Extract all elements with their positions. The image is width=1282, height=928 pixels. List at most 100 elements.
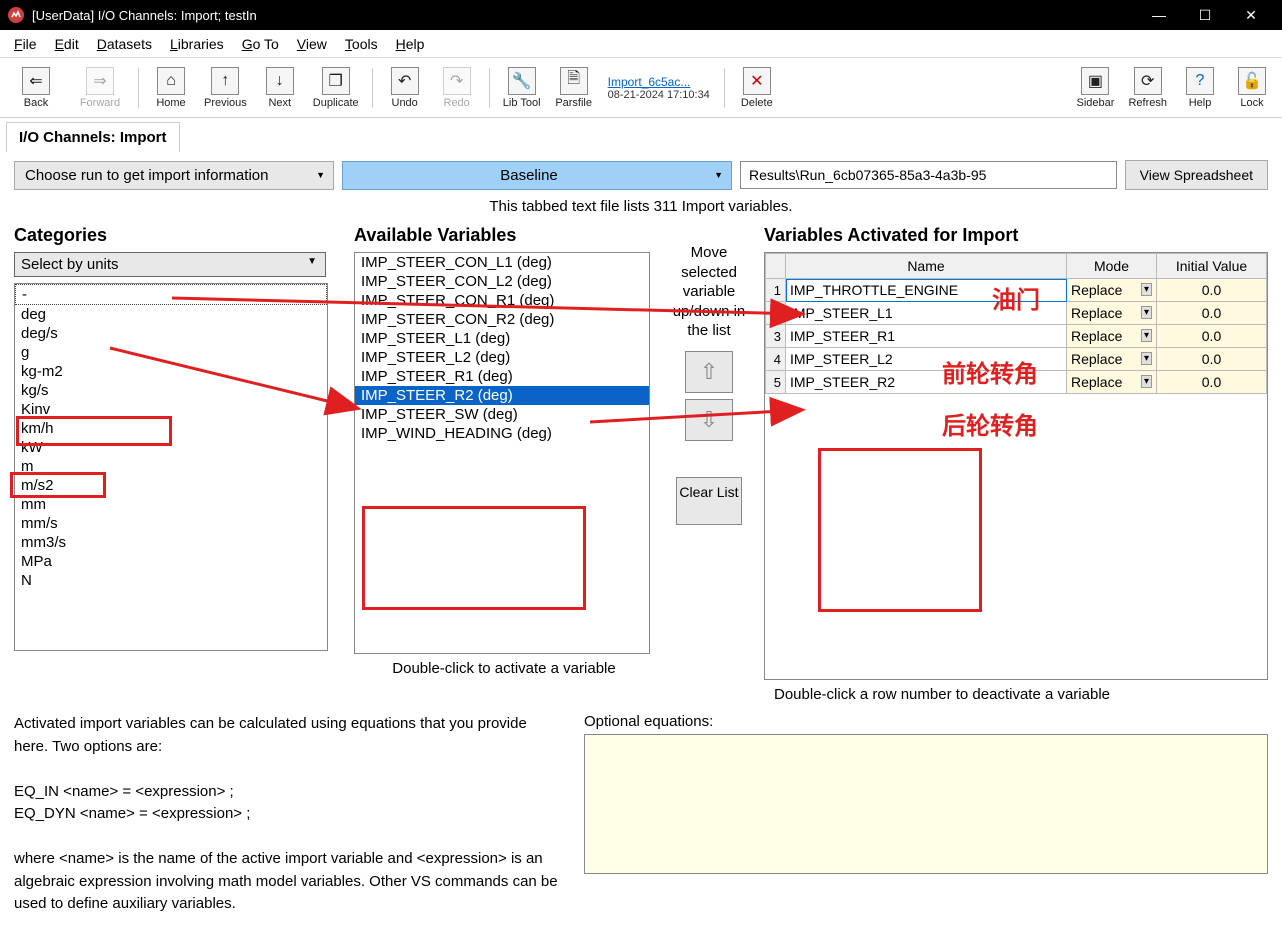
init-cell[interactable]: 0.0	[1157, 371, 1267, 394]
info-line: This tabbed text file lists 311 Import v…	[14, 198, 1268, 215]
available-item[interactable]: IMP_STEER_R1 (deg)	[355, 367, 649, 386]
table-row[interactable]: 4 IMP_STEER_L2 Replace 0.0	[766, 348, 1267, 371]
name-cell[interactable]: IMP_STEER_L2	[786, 348, 1067, 371]
up-icon: ↑	[211, 67, 239, 95]
refresh-button[interactable]: ⟳Refresh	[1123, 60, 1172, 116]
available-item[interactable]: IMP_STEER_SW (deg)	[355, 405, 649, 424]
available-item[interactable]: IMP_STEER_CON_L1 (deg)	[355, 253, 649, 272]
sidebar-button[interactable]: ▣Sidebar	[1071, 60, 1119, 116]
previous-button[interactable]: ↑Previous	[199, 60, 252, 116]
available-item[interactable]: IMP_STEER_CON_R2 (deg)	[355, 310, 649, 329]
duplicate-button[interactable]: ❐Duplicate	[308, 60, 364, 116]
available-item[interactable]: IMP_STEER_R2 (deg)	[355, 386, 649, 405]
unit-item[interactable]: g	[15, 343, 327, 362]
name-cell[interactable]: IMP_STEER_R1	[786, 325, 1067, 348]
unit-item[interactable]: MPa	[15, 552, 327, 571]
down-icon: ↓	[266, 67, 294, 95]
home-button[interactable]: ⌂Home	[147, 60, 195, 116]
unit-item[interactable]: kg/s	[15, 381, 327, 400]
menu-view[interactable]: View	[289, 34, 335, 54]
undo-button[interactable]: ↶Undo	[381, 60, 429, 116]
init-cell[interactable]: 0.0	[1157, 325, 1267, 348]
available-item[interactable]: IMP_STEER_L2 (deg)	[355, 348, 649, 367]
name-cell[interactable]: IMP_STEER_L1	[786, 302, 1067, 325]
back-button[interactable]: ⇐Back	[6, 60, 66, 116]
units-list[interactable]: -degdeg/sgkg-m2kg/sKinvkm/hkWmm/s2mmmm/s…	[14, 283, 328, 651]
init-cell[interactable]: 0.0	[1157, 302, 1267, 325]
redo-button[interactable]: ↷Redo	[433, 60, 481, 116]
name-cell[interactable]: IMP_STEER_R2	[786, 371, 1067, 394]
toolbar-separator	[724, 68, 725, 108]
menu-goto[interactable]: Go To	[234, 34, 287, 54]
table-row[interactable]: 3 IMP_STEER_R1 Replace 0.0	[766, 325, 1267, 348]
menu-libraries[interactable]: Libraries	[162, 34, 232, 54]
available-item[interactable]: IMP_STEER_CON_R1 (deg)	[355, 291, 649, 310]
available-item[interactable]: IMP_STEER_CON_L2 (deg)	[355, 272, 649, 291]
unit-item[interactable]: deg/s	[15, 324, 327, 343]
name-cell[interactable]: IMP_THROTTLE_ENGINE	[786, 279, 1067, 302]
col-mode: Mode	[1067, 254, 1157, 279]
mode-cell[interactable]: Replace	[1067, 302, 1157, 325]
unit-item[interactable]: m	[15, 457, 327, 476]
tab-io-channels-import[interactable]: I/O Channels: Import	[6, 122, 180, 152]
unit-item[interactable]: mm/s	[15, 514, 327, 533]
table-row[interactable]: 1 IMP_THROTTLE_ENGINE Replace 0.0	[766, 279, 1267, 302]
unit-item[interactable]: kg-m2	[15, 362, 327, 381]
move-text: Move selected variable up/down in the li…	[664, 243, 754, 341]
unit-item[interactable]: m/s2	[15, 476, 327, 495]
activated-table[interactable]: Name Mode Initial Value 1 IMP_THROTTLE_E…	[765, 253, 1267, 394]
delete-button[interactable]: ✕Delete	[733, 60, 781, 116]
maximize-button[interactable]: ☐	[1182, 0, 1228, 30]
col-name: Name	[786, 254, 1067, 279]
titlebar: [UserData] I/O Channels: Import; testIn …	[0, 0, 1282, 30]
help-button[interactable]: ?Help	[1176, 60, 1224, 116]
mode-cell[interactable]: Replace	[1067, 348, 1157, 371]
menu-tools[interactable]: Tools	[337, 34, 386, 54]
menu-help[interactable]: Help	[388, 34, 433, 54]
available-item[interactable]: IMP_STEER_L1 (deg)	[355, 329, 649, 348]
clear-list-button[interactable]: Clear List	[676, 477, 742, 525]
recent-file[interactable]: Import_6c5ac... 08-21-2024 17:10:34	[602, 60, 716, 116]
file-icon: 🗎	[560, 67, 588, 95]
unit-item[interactable]: N	[15, 571, 327, 590]
unit-item[interactable]: kW	[15, 438, 327, 457]
move-up-button[interactable]: ⇧	[685, 351, 733, 393]
baseline-dropdown[interactable]: Baseline	[342, 161, 732, 190]
mode-cell[interactable]: Replace	[1067, 371, 1157, 394]
move-down-button[interactable]: ⇩	[685, 399, 733, 441]
view-spreadsheet-button[interactable]: View Spreadsheet	[1125, 160, 1268, 190]
unit-item[interactable]: mm3/s	[15, 533, 327, 552]
unit-item[interactable]: mm	[15, 495, 327, 514]
choose-run-dropdown[interactable]: Choose run to get import information	[14, 161, 334, 190]
init-cell[interactable]: 0.0	[1157, 279, 1267, 302]
select-by-units-dropdown[interactable]: Select by units	[14, 252, 326, 277]
available-item[interactable]: IMP_WIND_HEADING (deg)	[355, 424, 649, 443]
minimize-button[interactable]: —	[1136, 0, 1182, 30]
menu-datasets[interactable]: Datasets	[89, 34, 160, 54]
results-path-input[interactable]	[740, 161, 1117, 189]
forward-button[interactable]: ⇒Forward	[70, 60, 130, 116]
unit-item[interactable]: Kinv	[15, 400, 327, 419]
menu-edit[interactable]: Edit	[47, 34, 87, 54]
toolbar-separator	[138, 68, 139, 108]
mode-cell[interactable]: Replace	[1067, 325, 1157, 348]
activated-title: Variables Activated for Import	[764, 225, 1268, 246]
unit-item[interactable]: km/h	[15, 419, 327, 438]
activated-hint: Double-click a row number to deactivate …	[774, 686, 1268, 703]
wrench-icon: 🔧	[508, 67, 536, 95]
close-button[interactable]: ✕	[1228, 0, 1274, 30]
libtool-button[interactable]: 🔧Lib Tool	[498, 60, 546, 116]
next-button[interactable]: ↓Next	[256, 60, 304, 116]
parsfile-button[interactable]: 🗎Parsfile	[550, 60, 598, 116]
unit-item[interactable]: deg	[15, 305, 327, 324]
menu-file[interactable]: File	[6, 34, 45, 54]
table-row[interactable]: 2 IMP_STEER_L1 Replace 0.0	[766, 302, 1267, 325]
optional-equations-textarea[interactable]	[584, 734, 1268, 874]
lock-button[interactable]: 🔓Lock	[1228, 60, 1276, 116]
mode-cell[interactable]: Replace	[1067, 279, 1157, 302]
activated-table-wrap: Name Mode Initial Value 1 IMP_THROTTLE_E…	[764, 252, 1268, 680]
init-cell[interactable]: 0.0	[1157, 348, 1267, 371]
unit-item[interactable]: -	[15, 284, 327, 305]
available-variables-list[interactable]: IMP_STEER_CON_L1 (deg)IMP_STEER_CON_L2 (…	[354, 252, 650, 654]
table-row[interactable]: 5 IMP_STEER_R2 Replace 0.0	[766, 371, 1267, 394]
